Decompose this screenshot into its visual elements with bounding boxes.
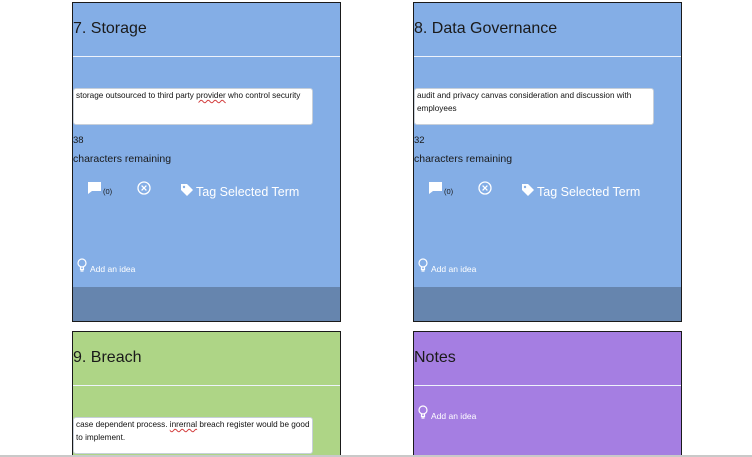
lightbulb-icon [418,405,431,421]
card-data-governance: 8. Data Governance audit and privacy can… [413,2,682,322]
circle-x-icon [137,181,151,199]
chars-remaining-count: 38 [73,135,84,146]
answer-text: who control security [225,91,301,100]
tag-selected-term-button[interactable]: Tag Selected Term [521,183,640,200]
add-idea-label: Add an idea [431,411,477,421]
canvas-board: 7. Storage storage outsourced to third p… [0,0,752,457]
tag-icon [180,183,196,200]
card-title: 8. Data Governance [414,20,558,37]
tag-label: Tag Selected Term [196,184,300,199]
card-storage: 7. Storage storage outsourced to third p… [72,2,341,322]
comment-count: (0) [103,187,113,196]
card-divider [414,385,681,386]
add-idea-button[interactable]: Add an idea [418,405,476,421]
card-title: Notes [414,349,456,366]
circle-x-icon [478,181,492,199]
answer-input[interactable]: storage outsourced to third party provid… [73,88,313,125]
answer-text: audit and privacy canvas consideration a… [417,91,632,113]
tag-selected-term-button[interactable]: Tag Selected Term [180,183,299,200]
tag-icon [521,183,537,200]
add-idea-button[interactable]: Add an idea [418,258,476,274]
answer-text: case dependent process. [76,420,170,429]
card-divider [414,56,681,57]
clear-button[interactable] [478,181,492,200]
card-footer [414,287,681,321]
answer-text: storage outsourced to third party [76,91,197,100]
card-divider [73,385,340,386]
answer-input[interactable]: case dependent process. inrernal breach … [73,417,313,454]
card-title: 7. Storage [73,20,147,37]
lightbulb-icon [418,258,431,274]
comment-button[interactable]: (0) [87,181,113,196]
lightbulb-icon [77,258,90,274]
clear-button[interactable] [137,181,151,200]
card-notes: Notes Add an idea [413,331,682,457]
comment-button[interactable]: (0) [428,181,454,196]
comment-count: (0) [444,187,454,196]
chars-remaining-count: 32 [414,135,425,146]
chars-remaining-label: characters remaining [73,153,172,165]
card-title: 9. Breach [73,349,142,366]
add-idea-button[interactable]: Add an idea [77,258,135,274]
add-idea-label: Add an idea [431,264,477,274]
misspelled-word: inrernal [169,420,198,429]
comment-bubble-icon [87,181,102,195]
tag-label: Tag Selected Term [537,184,641,199]
answer-input[interactable]: audit and privacy canvas consideration a… [414,88,654,125]
comment-bubble-icon [428,181,443,195]
chars-remaining-label: characters remaining [414,153,513,165]
card-breach: 9. Breach case dependent process. inrern… [72,331,341,457]
card-divider [73,56,340,57]
card-footer [73,287,340,321]
misspelled-word: provider [196,91,226,100]
add-idea-label: Add an idea [90,264,136,274]
